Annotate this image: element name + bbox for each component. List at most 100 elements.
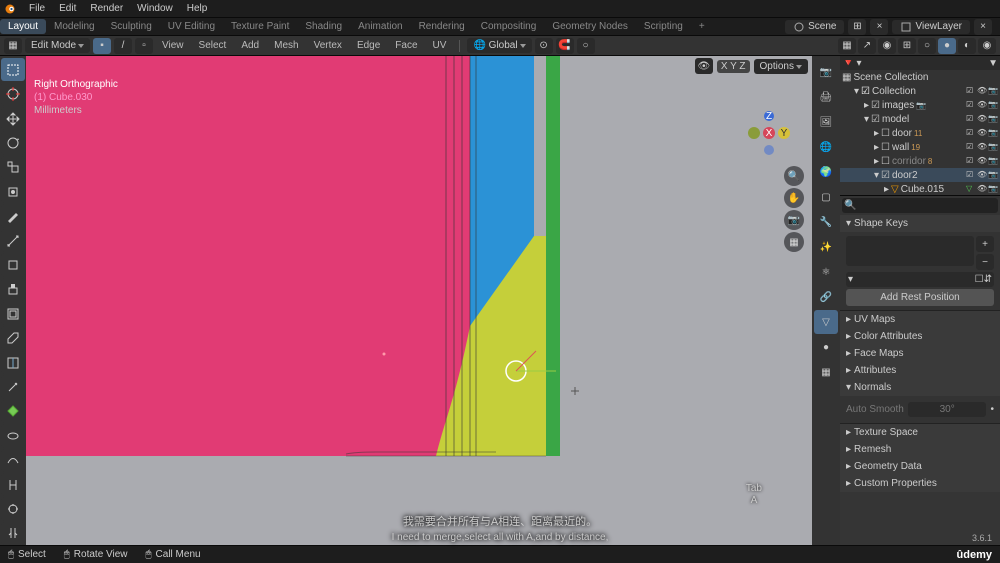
hdr-mesh[interactable]: Mesh (268, 38, 304, 53)
outliner-item[interactable]: ▾☑door2☑👁📷 (840, 168, 1000, 182)
tool-shrink[interactable] (1, 497, 25, 520)
edge-select-button[interactable]: / (114, 38, 132, 54)
ptab-data[interactable]: ▽ (814, 310, 838, 334)
ws-geonodes[interactable]: Geometry Nodes (544, 19, 636, 34)
visibility-button[interactable]: 👁 (695, 58, 713, 74)
hdr-select[interactable]: Select (193, 38, 233, 53)
nav-gizmo[interactable]: X Y Z (742, 106, 796, 163)
tool-rotate[interactable] (1, 131, 25, 154)
camera-button[interactable]: 📷 (784, 210, 804, 230)
face-select-button[interactable]: ▫ (135, 38, 153, 54)
ptab-render[interactable]: 📷 (814, 60, 838, 84)
ptab-object[interactable]: ▢ (814, 185, 838, 209)
axis-toggle[interactable]: X Y Z (717, 60, 750, 73)
ptab-world[interactable]: 🌍 (814, 160, 838, 184)
ws-uvediting[interactable]: UV Editing (160, 19, 223, 34)
pivot-button[interactable]: ⊙ (535, 38, 553, 54)
tool-bevel[interactable] (1, 326, 25, 349)
tool-move[interactable] (1, 107, 25, 130)
menu-edit[interactable]: Edit (52, 1, 83, 16)
section-customprops[interactable]: ▸Custom Properties (840, 475, 1000, 492)
scene-new-button[interactable]: ⊞ (848, 19, 866, 35)
tool-select[interactable] (1, 58, 25, 81)
mode-selector[interactable]: Edit Mode (25, 38, 90, 53)
hdr-edge[interactable]: Edge (351, 38, 386, 53)
tool-extrude[interactable] (1, 278, 25, 301)
section-normals[interactable]: ▾Normals (840, 379, 1000, 396)
menu-window[interactable]: Window (130, 1, 180, 16)
tool-edgeslide[interactable] (1, 473, 25, 496)
orientation-selector[interactable]: 🌐 Global (467, 38, 531, 53)
tool-smooth[interactable] (1, 449, 25, 472)
mesh-edit-mode-button[interactable]: ▦ (838, 38, 856, 54)
outliner-item[interactable]: ▸☐corridor8☑👁📷 (840, 154, 1000, 168)
tool-knife[interactable] (1, 375, 25, 398)
solid-shading-button[interactable]: ● (938, 38, 956, 54)
section-colorattrs[interactable]: ▸Color Attributes (840, 328, 1000, 345)
ptab-modifiers[interactable]: 🔧 (814, 210, 838, 234)
hdr-add[interactable]: Add (235, 38, 265, 53)
persp-button[interactable]: ▦ (784, 232, 804, 252)
ws-rendering[interactable]: Rendering (411, 19, 473, 34)
ws-texpaint[interactable]: Texture Paint (223, 19, 297, 34)
hdr-view[interactable]: View (156, 38, 190, 53)
vertex-select-button[interactable]: ▪ (93, 38, 111, 54)
section-attributes[interactable]: ▸Attributes (840, 362, 1000, 379)
viewlayer-selector[interactable]: ViewLayer (892, 20, 970, 34)
ptab-material[interactable]: ● (814, 335, 838, 359)
editor-type-button[interactable]: ▦ (4, 38, 22, 54)
overlay-button[interactable]: ◉ (878, 38, 896, 54)
outliner[interactable]: 🔻▾▼ ▦Scene Collection ▾☑Collection☑👁📷 ▸☑… (840, 56, 1000, 196)
outliner-item[interactable]: ▸☐wall19☑👁📷 (840, 140, 1000, 154)
scene-del-button[interactable]: × (870, 19, 888, 35)
prop-edit-button[interactable]: ○ (577, 38, 595, 54)
ws-add[interactable]: + (691, 19, 713, 34)
tool-loopcut[interactable] (1, 351, 25, 374)
outliner-item[interactable]: ▾☑Collection☑👁📷 (840, 84, 1000, 98)
tool-scale[interactable] (1, 156, 25, 179)
matprev-shading-button[interactable]: ◐ (958, 38, 976, 54)
gizmo-button[interactable]: ↗ (858, 38, 876, 54)
ws-sculpting[interactable]: Sculpting (103, 19, 160, 34)
tool-polybuild[interactable] (1, 400, 25, 423)
ptab-physics[interactable]: ⚛ (814, 260, 838, 284)
pan-button[interactable]: ✋ (784, 188, 804, 208)
outliner-root[interactable]: ▦Scene Collection (840, 70, 1000, 84)
filter-icon[interactable]: ▼ (988, 58, 998, 69)
ws-shading[interactable]: Shading (297, 19, 350, 34)
del-shapekey-button[interactable]: − (976, 254, 994, 270)
hdr-face[interactable]: Face (389, 38, 423, 53)
snap-button[interactable]: 🧲 (556, 38, 574, 54)
autosmooth-angle[interactable]: 30° (908, 402, 987, 417)
3d-viewport[interactable]: 👁 X Y Z Options Right Orthographic (1) C… (26, 56, 812, 545)
outliner-item[interactable]: ▸☑images📷☑👁📷 (840, 98, 1000, 112)
section-shapekeys[interactable]: ▾Shape Keys (840, 215, 1000, 232)
section-geomdata[interactable]: ▸Geometry Data (840, 458, 1000, 475)
scene-selector[interactable]: Scene (785, 20, 844, 34)
ws-compositing[interactable]: Compositing (473, 19, 545, 34)
section-remesh[interactable]: ▸Remesh (840, 441, 1000, 458)
add-shapekey-button[interactable]: + (976, 236, 994, 252)
tool-annotate[interactable] (1, 204, 25, 227)
section-texspace[interactable]: ▸Texture Space (840, 424, 1000, 441)
outliner-item[interactable]: ▸☐door11☑👁📷 (840, 126, 1000, 140)
ws-modeling[interactable]: Modeling (46, 19, 103, 34)
xray-button[interactable]: ⊞ (898, 38, 916, 54)
menu-help[interactable]: Help (180, 1, 215, 16)
ptab-particles[interactable]: ✨ (814, 235, 838, 259)
ptab-viewlayer[interactable]: 🖼 (814, 110, 838, 134)
ptab-constraints[interactable]: 🔗 (814, 285, 838, 309)
section-uvmaps[interactable]: ▸UV Maps (840, 311, 1000, 328)
hdr-vertex[interactable]: Vertex (308, 38, 348, 53)
menu-render[interactable]: Render (83, 1, 130, 16)
tool-inset[interactable] (1, 302, 25, 325)
ptab-output[interactable]: 🖨 (814, 85, 838, 109)
section-facemaps[interactable]: ▸Face Maps (840, 345, 1000, 362)
rendered-shading-button[interactable]: ◉ (978, 38, 996, 54)
options-dropdown[interactable]: Options (754, 59, 808, 74)
viewlayer-del-button[interactable]: × (974, 19, 992, 35)
ptab-texture[interactable]: ▦ (814, 360, 838, 384)
wire-shading-button[interactable]: ○ (918, 38, 936, 54)
ptab-scene[interactable]: 🌐 (814, 135, 838, 159)
tool-cursor[interactable] (1, 82, 25, 105)
